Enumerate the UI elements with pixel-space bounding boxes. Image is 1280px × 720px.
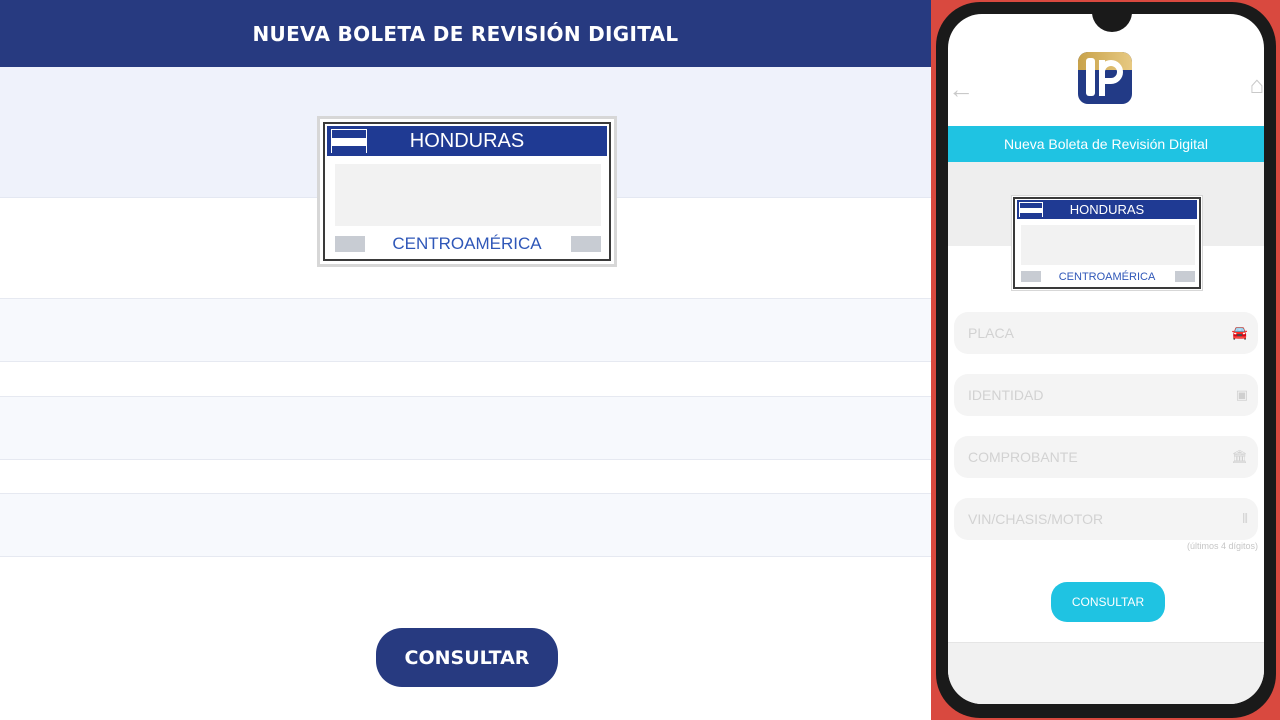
web-plate-number-area: [335, 164, 601, 226]
mobile-bottom-bar: [948, 642, 1264, 704]
web-placa-field[interactable]: [0, 298, 931, 362]
ip-logo: [1078, 52, 1132, 104]
honduras-flag-icon: [1019, 202, 1043, 218]
mobile-consultar-button[interactable]: CONSULTAR: [1051, 582, 1165, 622]
web-page-title: NUEVA BOLETA DE REVISIÓN DIGITAL: [0, 0, 931, 67]
mobile-plate-region: CENTROAMÉRICA: [1058, 271, 1156, 283]
honduras-flag-icon: [331, 129, 367, 154]
web-license-plate: HONDURAS CENTROAMÉRICA: [320, 119, 614, 264]
home-icon[interactable]: ⌂: [1250, 72, 1265, 100]
mobile-license-plate: HONDURAS CENTROAMÉRICA: [1012, 196, 1202, 290]
web-plate-region: CENTROAMÉRICA: [392, 234, 542, 253]
web-plate-country: HONDURAS: [409, 129, 525, 152]
plate-left-tab: [335, 236, 365, 252]
web-comprobante-field[interactable]: [0, 493, 931, 557]
mobile-panel: ← ⌂ Nueva Boleta de Revisión Digital HON…: [931, 0, 1280, 720]
mobile-plate-number-area: [1021, 225, 1195, 265]
bank-icon: 🏛: [1231, 449, 1248, 464]
mobile-plate-country: HONDURAS: [1069, 202, 1145, 217]
phone-frame: ← ⌂ Nueva Boleta de Revisión Digital HON…: [936, 2, 1276, 718]
phone-screen: ← ⌂ Nueva Boleta de Revisión Digital HON…: [948, 14, 1264, 704]
comprobante-input[interactable]: COMPROBANTE 🏛: [954, 436, 1258, 478]
plate-right-tab: [571, 236, 601, 252]
web-identidad-field[interactable]: [0, 396, 931, 460]
car-icon: 🚘: [1231, 325, 1248, 340]
barcode-icon: ⦀: [1242, 511, 1248, 526]
placa-input[interactable]: PLACA 🚘: [954, 312, 1258, 354]
web-panel: NUEVA BOLETA DE REVISIÓN DIGITAL HONDURA…: [0, 0, 931, 720]
web-consultar-button[interactable]: CONSULTAR: [376, 628, 558, 687]
id-card-icon: ▣: [1235, 387, 1248, 402]
screenshot-root: NUEVA BOLETA DE REVISIÓN DIGITAL HONDURA…: [0, 0, 1280, 720]
camera-notch: [1092, 14, 1132, 32]
plate-left-tab: [1021, 271, 1041, 282]
plate-right-tab: [1175, 271, 1195, 282]
identidad-input[interactable]: IDENTIDAD ▣: [954, 374, 1258, 416]
vin-chasis-motor-input[interactable]: VIN/CHASIS/MOTOR ⦀: [954, 498, 1258, 540]
vin-hint: (últimos 4 dígitos): [1186, 541, 1258, 551]
mobile-page-title: Nueva Boleta de Revisión Digital: [948, 126, 1264, 162]
back-arrow-icon[interactable]: ←: [948, 74, 974, 105]
